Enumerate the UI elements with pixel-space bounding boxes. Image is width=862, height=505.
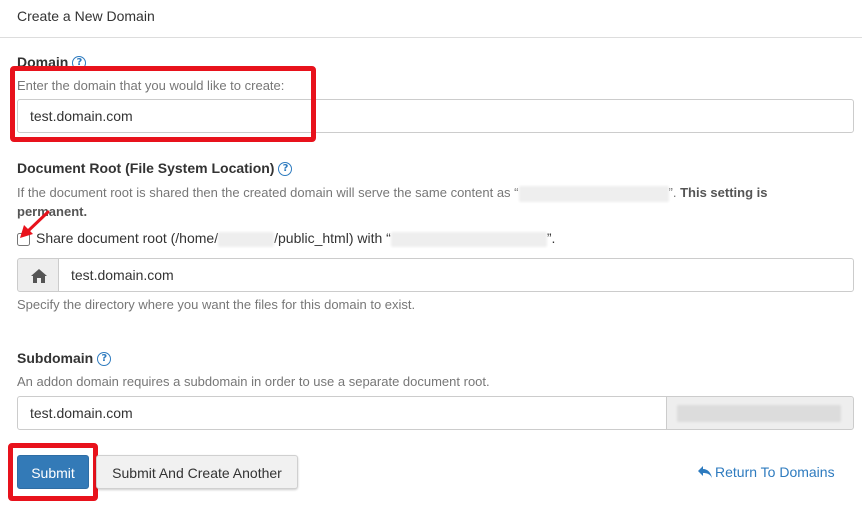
docroot-label-row: Document Root (File System Location)?	[17, 160, 293, 177]
red-arrow-annotation-icon	[20, 210, 50, 238]
share-middle: /public_html) with “	[274, 230, 391, 246]
docroot-hint-text: Specify the directory where you want the…	[17, 297, 416, 312]
redacted-domain	[518, 185, 669, 202]
panel-title: Create a New Domain	[17, 8, 155, 24]
domain-label-row: Domain?	[17, 54, 87, 71]
help-icon[interactable]: ?	[72, 56, 87, 71]
submit-button[interactable]: Submit	[17, 455, 89, 489]
reply-arrow-icon	[698, 466, 712, 478]
domain-help-text: Enter the domain that you would like to …	[17, 78, 285, 93]
home-addon	[17, 258, 59, 292]
docroot-input[interactable]	[58, 258, 854, 292]
docroot-help-prefix: If the document root is shared then the …	[17, 185, 519, 200]
docroot-help-suffix: ”.	[668, 185, 677, 200]
help-icon[interactable]: ?	[97, 352, 112, 367]
subdomain-input[interactable]	[17, 396, 667, 430]
return-to-domains-link[interactable]: Return To Domains	[698, 464, 835, 480]
docroot-help-text: If the document root is shared then the …	[17, 183, 817, 221]
share-prefix: Share document root (/home/	[36, 230, 219, 246]
redacted-subdomain-suffix	[677, 405, 841, 422]
domain-label: Domain	[17, 54, 69, 70]
subdomain-help-text: An addon domain requires a subdomain in …	[17, 374, 490, 389]
share-suffix: ”.	[546, 230, 556, 246]
panel-divider	[0, 37, 862, 38]
help-icon[interactable]: ?	[278, 162, 293, 177]
subdomain-label: Subdomain	[17, 350, 94, 366]
redacted-main-domain	[390, 231, 547, 247]
share-docroot-row[interactable]: Share document root (/home/ /public_html)…	[17, 230, 555, 247]
submit-and-create-another-button[interactable]: Submit And Create Another	[96, 455, 298, 489]
subdomain-label-row: Subdomain?	[17, 350, 112, 367]
subdomain-suffix-addon	[666, 396, 854, 430]
return-to-domains-label: Return To Domains	[715, 464, 835, 480]
redacted-username	[218, 231, 275, 247]
docroot-label: Document Root (File System Location)	[17, 160, 275, 176]
home-icon	[31, 269, 47, 283]
domain-input[interactable]	[17, 99, 854, 133]
